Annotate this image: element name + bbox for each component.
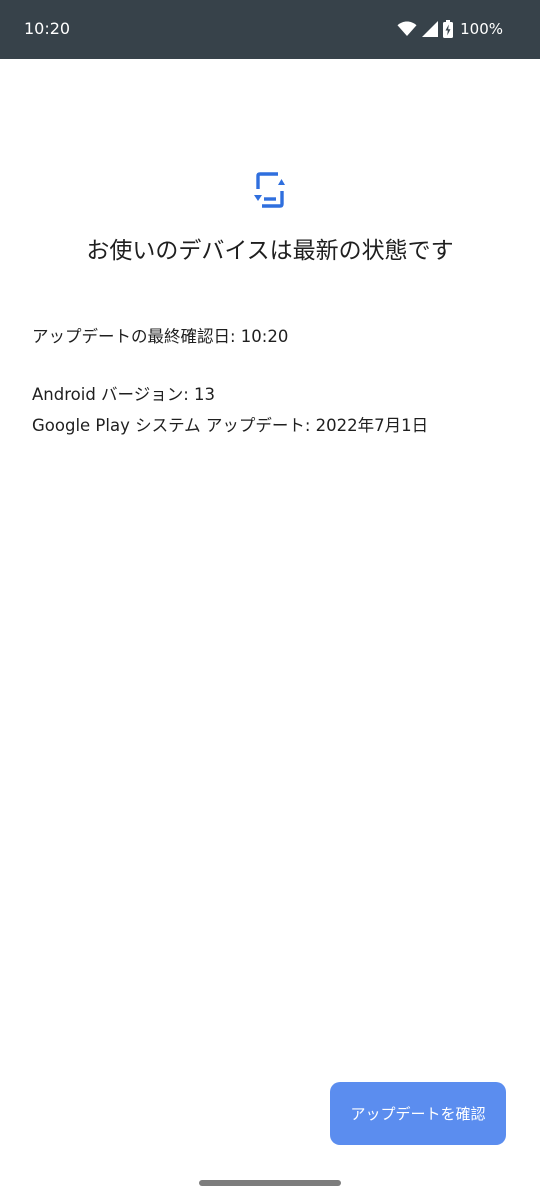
check-update-button[interactable]: アップデートを確認: [330, 1082, 506, 1145]
phone-sync-icon: [250, 168, 290, 212]
status-bar: 10:20 100%: [0, 0, 540, 59]
wifi-icon: [397, 21, 417, 37]
battery-charging-icon: [443, 20, 454, 38]
last-checked-text: アップデートの最終確認日: 10:20: [32, 327, 289, 346]
cell-signal-icon: [422, 21, 439, 37]
battery-percent: 100%: [460, 20, 503, 38]
gesture-nav-handle[interactable]: [199, 1180, 341, 1186]
android-version-text: Android バージョン: 13: [32, 385, 216, 404]
status-time: 10:20: [24, 19, 71, 38]
play-system-update-text: Google Play システム アップデート: 2022年7月1日: [32, 416, 429, 435]
status-icons: 100%: [397, 18, 503, 40]
page-title: お使いのデバイスは最新の状態です: [86, 238, 454, 264]
